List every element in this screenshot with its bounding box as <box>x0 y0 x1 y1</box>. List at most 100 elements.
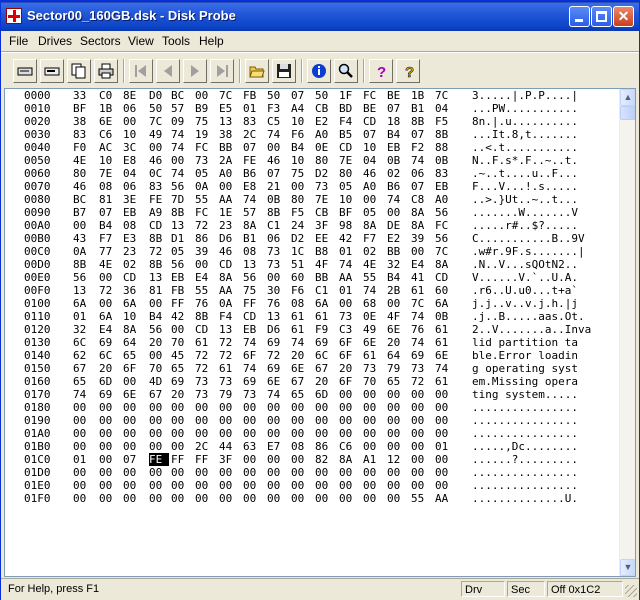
row-ascii[interactable]: ..>.}Ut..~..t... <box>472 193 578 206</box>
hex-byte[interactable]: 01 <box>339 245 359 258</box>
hex-byte[interactable]: 7E <box>99 167 119 180</box>
hex-byte[interactable]: 12 <box>387 453 407 466</box>
hex-byte[interactable]: DE <box>387 219 407 232</box>
hex-byte[interactable]: 00 <box>123 414 143 427</box>
hex-byte[interactable]: C8 <box>411 193 431 206</box>
hex-byte[interactable]: EB <box>243 323 263 336</box>
hex-byte[interactable]: 00 <box>411 466 431 479</box>
hex-byte[interactable]: 00 <box>195 401 215 414</box>
hex-byte[interactable]: 00 <box>73 479 93 492</box>
hex-byte[interactable]: 4E <box>73 154 93 167</box>
hex-byte[interactable]: 00 <box>149 141 169 154</box>
hex-byte[interactable]: 50 <box>267 89 287 102</box>
hex-byte[interactable]: 69 <box>315 336 335 349</box>
row-ascii[interactable]: C...........B..9V <box>472 232 585 245</box>
hex-byte[interactable]: C6 <box>339 440 359 453</box>
row-ascii[interactable]: ................ <box>472 479 578 492</box>
hex-byte[interactable]: 07 <box>291 89 311 102</box>
hex-byte[interactable]: 06 <box>267 232 287 245</box>
hex-byte[interactable]: 00 <box>99 401 119 414</box>
hex-byte[interactable]: 06 <box>123 102 143 115</box>
hex-byte[interactable]: 69 <box>99 336 119 349</box>
hex-byte[interactable]: CD <box>195 323 215 336</box>
copy-button[interactable] <box>67 59 91 83</box>
hex-byte[interactable]: 80 <box>291 193 311 206</box>
scroll-up-button[interactable]: ▲ <box>620 89 635 106</box>
search-button[interactable] <box>334 59 358 83</box>
hex-byte[interactable]: F7 <box>363 232 383 245</box>
hex-byte[interactable]: E8 <box>243 180 263 193</box>
hex-byte[interactable]: 73 <box>267 258 287 271</box>
hex-byte[interactable]: 00 <box>243 427 263 440</box>
row-ascii[interactable]: .....,Dc........ <box>472 440 578 453</box>
hex-byte[interactable]: 00 <box>171 479 191 492</box>
next-sector-button[interactable] <box>183 59 207 83</box>
hex-byte[interactable]: 13 <box>149 271 169 284</box>
hex-byte[interactable]: 6A <box>123 297 143 310</box>
hex-byte[interactable]: 00 <box>149 466 169 479</box>
hex-byte[interactable]: FC <box>195 141 215 154</box>
hex-byte[interactable]: CD <box>363 115 383 128</box>
hex-byte[interactable]: 00 <box>195 427 215 440</box>
hex-byte[interactable]: F7 <box>99 232 119 245</box>
hex-byte[interactable]: 8A <box>243 219 263 232</box>
hex-byte[interactable]: 00 <box>171 154 191 167</box>
hex-byte[interactable]: 01 <box>243 102 263 115</box>
hex-byte[interactable]: 00 <box>387 466 407 479</box>
hex-byte[interactable]: 00 <box>149 401 169 414</box>
hex-byte[interactable]: 1E <box>219 206 239 219</box>
hex-byte[interactable]: 76 <box>411 323 431 336</box>
hex-byte[interactable]: 00 <box>149 440 169 453</box>
hex-byte[interactable]: 00 <box>315 492 335 505</box>
hex-byte[interactable]: 70 <box>171 336 191 349</box>
hex-byte[interactable]: 6E <box>387 323 407 336</box>
hex-byte[interactable]: 8A <box>435 258 455 271</box>
context-help-button[interactable]: ? <box>396 59 420 83</box>
hex-byte[interactable]: 00 <box>219 180 239 193</box>
hex-byte[interactable]: A0 <box>363 180 383 193</box>
hex-byte[interactable]: 00 <box>219 414 239 427</box>
hex-byte[interactable]: 00 <box>243 453 263 466</box>
hex-byte[interactable]: 00 <box>267 271 287 284</box>
hex-byte[interactable]: 4D <box>149 375 169 388</box>
hex-byte[interactable]: 00 <box>195 492 215 505</box>
hex-byte[interactable]: 73 <box>363 362 383 375</box>
hex-byte[interactable]: 20 <box>339 362 359 375</box>
hex-byte[interactable]: AA <box>435 492 455 505</box>
hex-byte[interactable]: 72 <box>219 336 239 349</box>
hex-byte[interactable]: BC <box>73 193 93 206</box>
hex-byte[interactable]: 00 <box>243 492 263 505</box>
hex-byte[interactable]: 62 <box>73 349 93 362</box>
menu-tools[interactable]: Tools <box>159 33 193 49</box>
row-ascii[interactable]: 2..V.......a..Inva <box>472 323 591 336</box>
hex-byte[interactable]: 00 <box>387 414 407 427</box>
hex-byte[interactable]: BE <box>387 89 407 102</box>
menu-help[interactable]: Help <box>196 33 227 49</box>
hex-byte[interactable]: 13 <box>219 323 239 336</box>
row-ascii[interactable]: ...It.8,t....... <box>472 128 578 141</box>
hex-byte[interactable]: 00 <box>291 466 311 479</box>
hex-byte[interactable]: EB <box>387 141 407 154</box>
hex-byte[interactable]: 00 <box>363 427 383 440</box>
hex-byte[interactable]: 06 <box>123 180 143 193</box>
row-ascii[interactable]: lid partition ta <box>472 336 578 349</box>
hex-byte[interactable]: AA <box>339 271 359 284</box>
hex-byte[interactable]: 00 <box>339 492 359 505</box>
hex-byte[interactable]: 67 <box>149 388 169 401</box>
hex-byte[interactable]: 61 <box>315 310 335 323</box>
hex-byte[interactable]: 00 <box>123 375 143 388</box>
hex-byte[interactable]: 74 <box>243 336 263 349</box>
hex-byte[interactable]: 00 <box>291 180 311 193</box>
hex-byte[interactable]: 01 <box>73 453 93 466</box>
hex-byte[interactable]: 36 <box>123 284 143 297</box>
hex-byte[interactable]: 07 <box>243 141 263 154</box>
hex-byte[interactable]: 00 <box>387 479 407 492</box>
hex-byte[interactable]: 13 <box>267 310 287 323</box>
hex-byte[interactable]: 00 <box>99 297 119 310</box>
hex-byte[interactable]: 00 <box>339 427 359 440</box>
hex-byte[interactable]: 6E <box>291 362 311 375</box>
hex-byte[interactable]: 20 <box>149 336 169 349</box>
hex-byte[interactable]: B6 <box>243 167 263 180</box>
hex-byte[interactable]: 00 <box>243 466 263 479</box>
hex-byte[interactable]: 69 <box>99 388 119 401</box>
